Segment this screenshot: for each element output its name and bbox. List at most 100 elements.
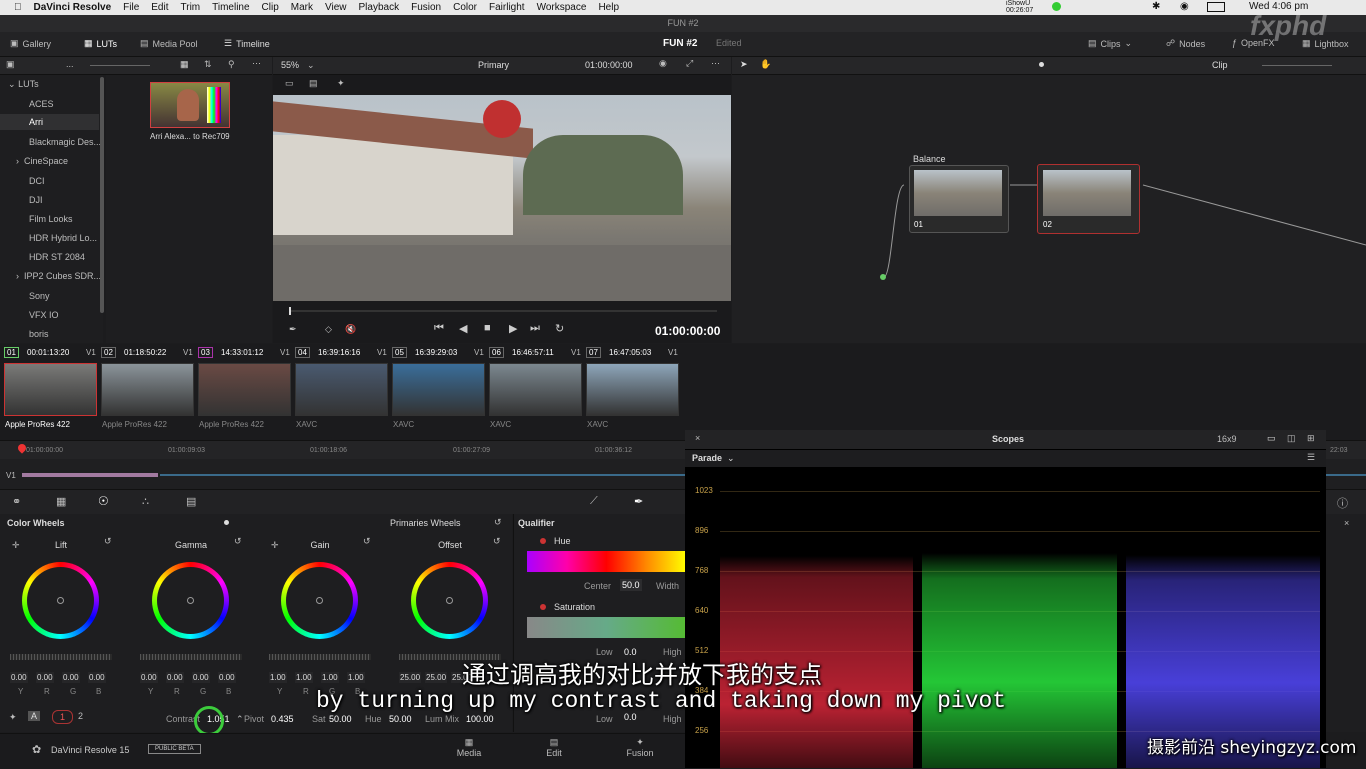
page-2-button[interactable]: 2 — [78, 711, 83, 721]
menu-help[interactable]: Help — [598, 2, 619, 13]
sort-icon[interactable]: ⇅ — [204, 59, 212, 70]
scopes-layout-dropdown[interactable]: 16x9 — [1217, 434, 1237, 444]
edit-page-button[interactable]: ▤ Edit — [535, 737, 573, 758]
dual-view-icon[interactable]: ◫ — [1287, 433, 1296, 444]
clip-thumbnail[interactable] — [4, 363, 97, 416]
skip-start-icon[interactable]: ⏮ — [434, 322, 444, 335]
wheel-value[interactable]: 1.00 — [321, 672, 339, 683]
stop-icon[interactable]: ■ — [484, 322, 491, 334]
loop-icon[interactable]: ↻ — [555, 322, 564, 335]
color-wheel[interactable] — [411, 562, 488, 639]
wheel-value[interactable]: 0.00 — [218, 672, 236, 683]
single-view-icon[interactable]: ▭ — [1267, 433, 1276, 444]
crosshair-icon[interactable]: ✛ — [271, 540, 279, 551]
menu-fusion[interactable]: Fusion — [411, 2, 441, 13]
menu-color[interactable]: Color — [453, 2, 477, 13]
saturation-bar[interactable] — [527, 617, 686, 638]
reset-icon[interactable]: ↺ — [234, 536, 242, 547]
saturation-enable-icon[interactable] — [540, 604, 546, 610]
lut-item-sony[interactable]: Sony — [29, 291, 50, 301]
master-wheel[interactable] — [10, 654, 112, 660]
color-match-icon[interactable]: ▦ — [56, 495, 66, 508]
page-1-button[interactable]: 1 — [52, 710, 74, 724]
lut-item-film-looks[interactable]: Film Looks — [29, 214, 73, 224]
node-input-dot[interactable] — [880, 274, 886, 280]
clip-thumbnail[interactable] — [101, 363, 194, 416]
menu-playback[interactable]: Playback — [359, 2, 400, 13]
sat-value[interactable]: 50.00 — [329, 714, 352, 724]
record-icon[interactable] — [1052, 2, 1061, 11]
more-icon[interactable]: ... — [66, 59, 74, 69]
clip-thumbnail[interactable] — [198, 363, 291, 416]
node-02[interactable]: 02 — [1037, 164, 1140, 234]
scrubber-playhead[interactable] — [289, 307, 291, 315]
clips-button[interactable]: ▤ Clips ⌄ — [1088, 38, 1132, 49]
lut-item-blackmagic[interactable]: Blackmagic Des... — [29, 137, 101, 147]
zoom-chevron-icon[interactable]: ⌄ — [307, 60, 315, 71]
lut-tree-root[interactable]: ⌄ LUTs — [8, 79, 39, 90]
viewer-scrubber[interactable] — [289, 310, 717, 312]
lum-mix-value[interactable]: 100.00 — [466, 714, 494, 724]
lut-item-cinespace[interactable]: › CineSpace — [16, 156, 68, 166]
camera-raw-icon[interactable]: ⚭ — [12, 495, 21, 508]
qualifier-icon[interactable]: ✒ — [634, 495, 643, 508]
wheel-value[interactable]: 25.00 — [425, 672, 448, 683]
media-pool-button[interactable]: ▤ Media Pool — [140, 38, 198, 49]
grid-view-icon[interactable]: ▦ — [180, 59, 189, 70]
wheel-value[interactable]: 0.00 — [10, 672, 28, 683]
menu-fairlight[interactable]: Fairlight — [489, 2, 525, 13]
close-icon[interactable]: × — [695, 433, 700, 443]
color-wheel[interactable] — [22, 562, 99, 639]
menu-file[interactable]: File — [123, 2, 139, 13]
apple-icon[interactable]:  — [14, 2, 22, 13]
sidebar-toggle-icon[interactable]: ▣ — [6, 59, 15, 70]
fusion-page-button[interactable]: ✦ Fusion — [620, 737, 660, 758]
node-editor[interactable]: Balance 01 02 — [732, 75, 1366, 343]
menu-trim[interactable]: Trim — [181, 2, 201, 13]
wheel-value[interactable]: 1.00 — [269, 672, 287, 683]
options-icon[interactable]: ⋯ — [252, 58, 261, 69]
chevron-down-icon[interactable]: ⌄ — [727, 453, 735, 464]
menu-edit[interactable]: Edit — [151, 2, 168, 13]
fullscreen-icon[interactable]: ⤢ — [686, 58, 693, 69]
lut-item-dci[interactable]: DCI — [29, 176, 45, 186]
luts-button[interactable]: ▦ LUTs — [84, 38, 117, 49]
scopes-window[interactable]: × Scopes 16x9 ▭ ◫ ⊞ Parade ⌄ ☰ 1023 896 76… — [685, 430, 1326, 768]
gallery-button[interactable]: ▣ Gallery — [10, 38, 51, 49]
viewer-mode-icon[interactable]: ▭ — [285, 78, 294, 89]
lut-tree-scrollbar[interactable] — [100, 77, 104, 313]
viewer-options-icon[interactable]: ⋯ — [711, 58, 720, 69]
rgb-mixer-icon[interactable]: ∴ — [142, 495, 149, 508]
menu-workspace[interactable]: Workspace — [537, 2, 587, 13]
reset-all-icon[interactable]: ↺ — [494, 517, 502, 528]
hue-value[interactable]: 50.00 — [389, 714, 412, 724]
curves-icon[interactable]: ⟋ — [590, 495, 598, 508]
lut-item-hdr-hybrid[interactable]: HDR Hybrid Lo... — [29, 233, 97, 243]
crosshair-icon[interactable]: ✛ — [12, 540, 20, 551]
wheel-value[interactable]: 0.00 — [62, 672, 80, 683]
menu-clip[interactable]: Clip — [262, 2, 279, 13]
close-icon[interactable]: × — [1344, 518, 1349, 528]
lut-item-arri-selected[interactable]: Arri — [0, 114, 99, 130]
viewer-image[interactable] — [273, 95, 731, 301]
zoom-level[interactable]: 55% — [281, 60, 299, 70]
quad-view-icon[interactable]: ⊞ — [1307, 433, 1315, 444]
primary-dropdown[interactable]: Primary — [478, 60, 509, 70]
center-value[interactable]: 50.0 — [620, 579, 642, 591]
layers-icon[interactable]: ◇ — [325, 324, 332, 335]
media-page-button[interactable]: ▦ Media — [450, 737, 488, 758]
wheel-value[interactable]: 0.00 — [140, 672, 158, 683]
auto-balance-icon[interactable]: ✦ — [9, 712, 17, 723]
parade-dropdown[interactable]: Parade — [692, 453, 722, 463]
wheel-value[interactable]: 1.00 — [295, 672, 313, 683]
node-zoom-slider[interactable] — [1262, 65, 1332, 66]
lut-item-dji[interactable]: DJI — [29, 195, 43, 205]
master-wheel[interactable] — [269, 654, 371, 660]
scope-settings-icon[interactable]: ☰ — [1307, 452, 1315, 463]
motion-effects-icon[interactable]: ▤ — [186, 495, 196, 508]
clip-thumbnail[interactable] — [489, 363, 582, 416]
timeline-button[interactable]: ☰ Timeline — [224, 38, 270, 49]
eyedropper-icon[interactable]: ✒ — [289, 324, 297, 335]
wheel-value[interactable]: 1.00 — [347, 672, 365, 683]
search-icon[interactable]: ⚲ — [228, 59, 235, 70]
